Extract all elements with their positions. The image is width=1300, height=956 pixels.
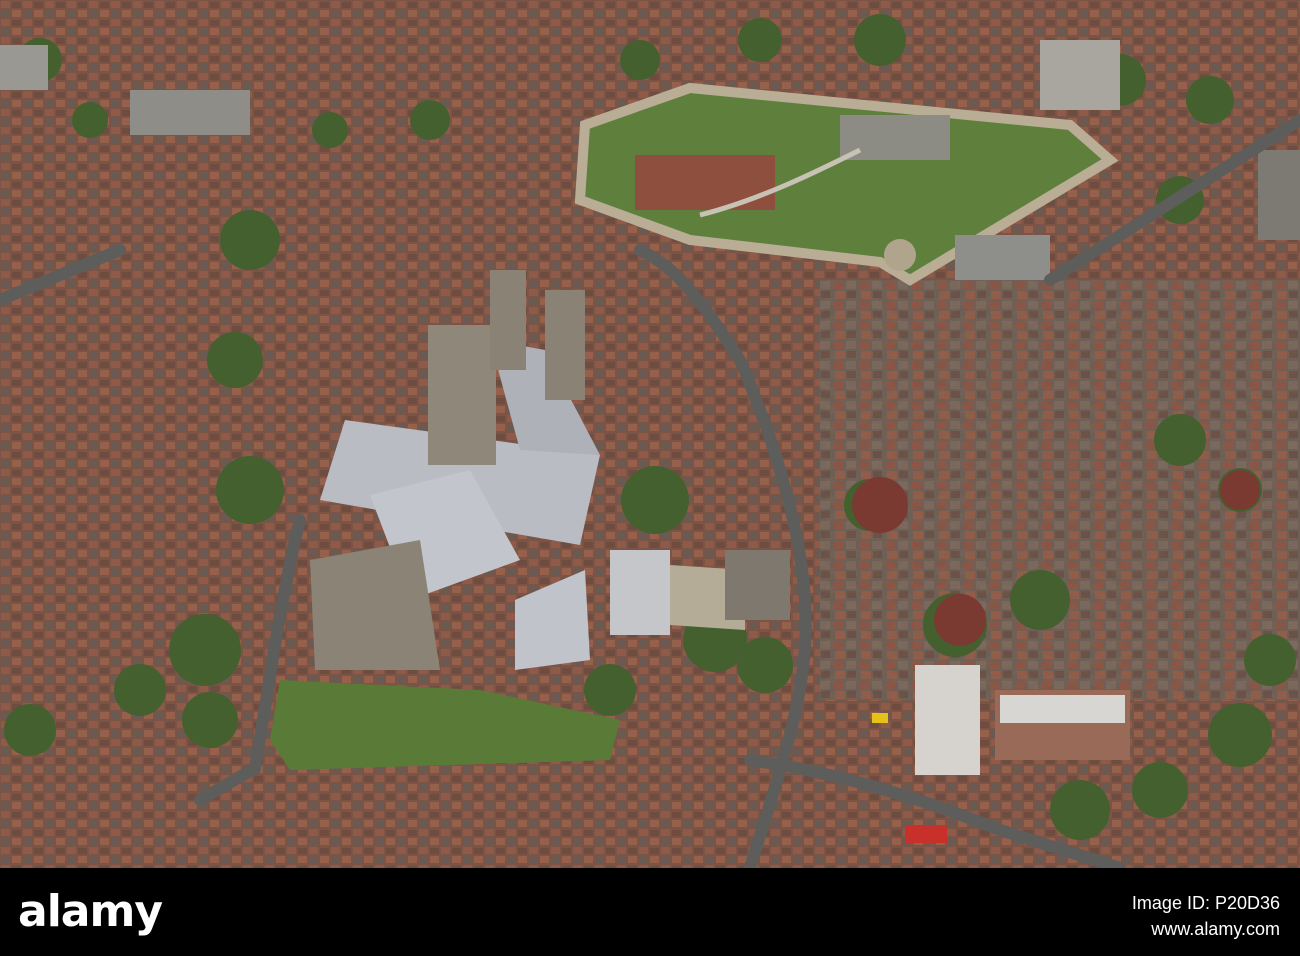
- tower-block: [1258, 150, 1300, 240]
- copper-beech-tree: [852, 477, 908, 533]
- flat-roof: [1000, 695, 1125, 723]
- site-url: www.alamy.com: [1151, 919, 1280, 939]
- aerial-scene: [0, 0, 1300, 868]
- bishops-palace-chapel: [725, 550, 790, 620]
- cathedral-west-tower: [545, 290, 585, 400]
- castle-courthouse: [635, 155, 775, 210]
- stock-footer: alamy Image ID: P20D36 www.alamy.com: [0, 868, 1300, 956]
- image-meta: Image ID: P20D36 www.alamy.com: [1132, 892, 1280, 940]
- copper-beech-tree: [934, 594, 986, 646]
- car-park-castle: [955, 235, 1050, 280]
- aerial-photo: [0, 0, 1300, 868]
- cathedral-east-end: [310, 540, 440, 670]
- cathedral-central-tower: [428, 325, 496, 465]
- alamy-logo: alamy: [18, 886, 163, 937]
- red-bus: [905, 825, 947, 843]
- cloister-roof: [610, 550, 670, 635]
- yellow-van: [872, 713, 888, 723]
- image-id: Image ID: P20D36: [1131, 893, 1280, 913]
- flat-roof-building: [0, 45, 48, 90]
- copper-beech-tree: [1220, 470, 1260, 510]
- cathedral-west-tower: [490, 270, 526, 370]
- car-park-north: [1040, 40, 1120, 110]
- modern-office-block: [915, 665, 980, 775]
- flat-roof-building: [130, 90, 250, 135]
- castle-tower: [884, 239, 916, 271]
